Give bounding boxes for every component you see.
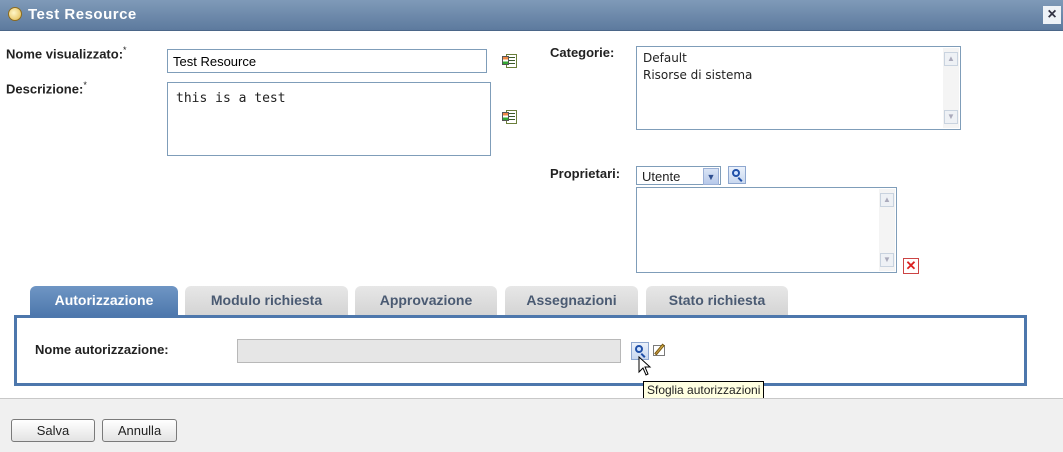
tab-modulo-richiesta[interactable]: Modulo richiesta (185, 286, 348, 315)
display-name-input[interactable] (168, 50, 486, 72)
title-bar[interactable]: Test Resource × (0, 0, 1063, 31)
owner-search-icon[interactable] (728, 166, 746, 184)
description-label: Descrizione:* (6, 80, 87, 96)
description-text: this is a test (176, 91, 286, 106)
dialog-footer: Salva Annulla (0, 398, 1063, 452)
scroll-down-icon[interactable]: ▼ (944, 110, 958, 124)
owners-list[interactable]: ▲ ▼ (636, 187, 897, 273)
save-button[interactable]: Salva (11, 419, 95, 442)
edit-entitlement-icon[interactable] (652, 342, 668, 358)
remove-owner-icon[interactable]: ✕ (903, 258, 919, 274)
tab-autorizzazione[interactable]: Autorizzazione (30, 286, 178, 316)
entitlement-panel: Nome autorizzazione: (14, 315, 1027, 386)
required-mark: * (83, 80, 87, 90)
browse-entitlements-tooltip: Sfoglia autorizzazioni (643, 381, 765, 399)
owner-type-value: Utente (642, 169, 681, 184)
localize-description-icon[interactable] (502, 109, 518, 125)
scroll-down-icon[interactable]: ▼ (880, 253, 894, 267)
entitlement-label: Nome autorizzazione: (35, 342, 169, 357)
scroll-up-icon[interactable]: ▲ (880, 193, 894, 207)
mouse-cursor-icon (638, 356, 652, 376)
cancel-button[interactable]: Annulla (102, 419, 177, 442)
dialog-title: Test Resource (28, 6, 137, 23)
categories-label: Categorie: (550, 45, 615, 60)
categories-scrollbar[interactable]: ▲ ▼ (943, 48, 959, 128)
localize-display-name-icon[interactable] (502, 53, 518, 69)
description-label-text: Descrizione: (6, 81, 84, 97)
scroll-up-icon[interactable]: ▲ (944, 52, 958, 66)
close-icon[interactable]: × (1043, 6, 1061, 24)
owners-scrollbar[interactable]: ▲ ▼ (879, 189, 895, 271)
owner-type-select[interactable]: Utente ▼ (636, 166, 721, 185)
required-mark: * (123, 45, 127, 55)
chevron-down-icon[interactable]: ▼ (703, 168, 719, 185)
display-name-label: Nome visualizzato:* (6, 45, 127, 61)
resource-icon (8, 7, 22, 21)
tab-stato-richiesta[interactable]: Stato richiesta (646, 286, 788, 315)
category-item[interactable]: Risorse di sistema (643, 67, 954, 84)
categories-list[interactable]: Default Risorse di sistema ▲ ▼ (636, 46, 961, 130)
resource-dialog: Test Resource × Nome visualizzato:* Desc… (0, 0, 1063, 452)
owners-label: Proprietari: (550, 166, 621, 181)
display-name-label-text: Nome visualizzato: (6, 46, 124, 62)
tab-assegnazioni[interactable]: Assegnazioni (505, 286, 638, 315)
description-field[interactable]: this is a test (167, 82, 491, 156)
entitlement-input[interactable] (238, 340, 620, 362)
entitlement-field[interactable] (237, 339, 621, 363)
display-name-field[interactable] (167, 49, 487, 73)
tab-approvazione[interactable]: Approvazione (355, 286, 497, 315)
category-item[interactable]: Default (643, 50, 954, 67)
